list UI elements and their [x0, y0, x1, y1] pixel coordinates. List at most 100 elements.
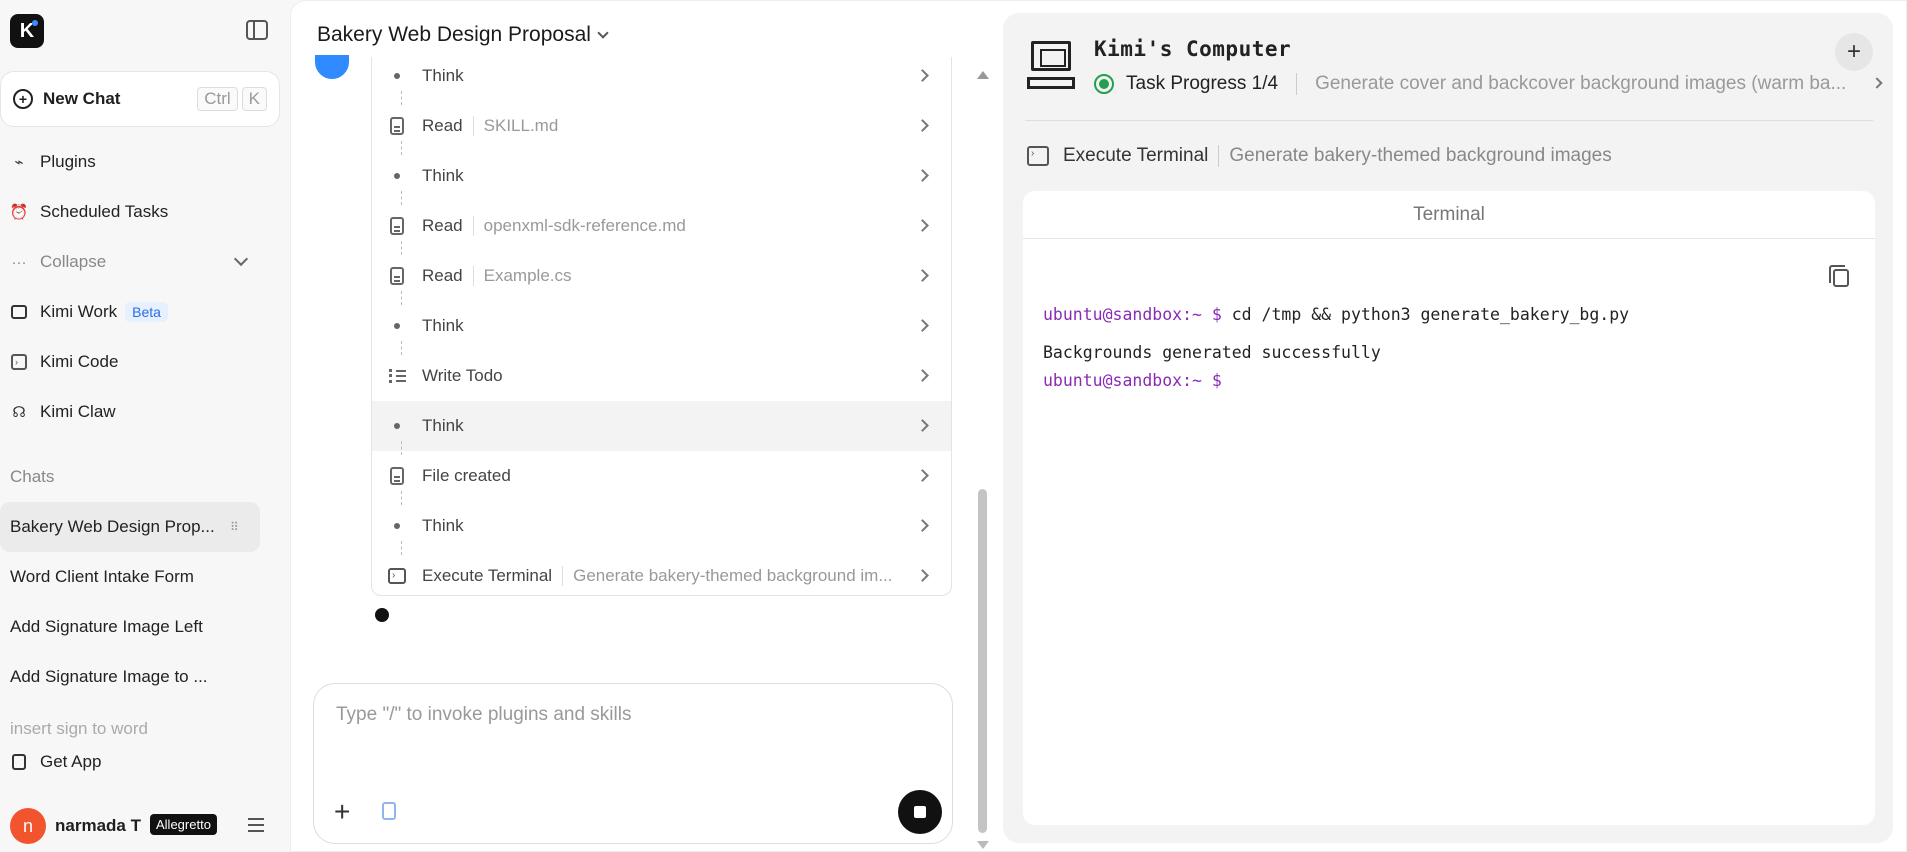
- sidebar-item-collapse[interactable]: ··· Collapse: [10, 251, 249, 272]
- user-name: narmada T: [55, 816, 141, 835]
- add-attachment-icon[interactable]: +: [334, 798, 350, 826]
- step-list: Think Read SKILL.md Think Read openxml-s…: [371, 57, 952, 596]
- stop-generation-button[interactable]: [898, 790, 942, 834]
- step-think[interactable]: Think: [372, 401, 951, 451]
- terminal-window: Terminal ubuntu@sandbox:~ $ cd /tmp && p…: [1023, 191, 1875, 825]
- status-dot-icon: [1094, 74, 1114, 94]
- sidebar-item-label: Kimi Work: [40, 302, 118, 321]
- bullet-icon: [388, 417, 406, 435]
- chat-input-placeholder: Type "/" to invoke plugins and skills: [336, 704, 632, 725]
- assistant-avatar: [315, 55, 349, 79]
- shortcut-hint: Ctrl K: [197, 87, 267, 111]
- bullet-icon: [388, 167, 406, 185]
- new-chat-button[interactable]: + New Chat Ctrl K: [0, 71, 280, 127]
- chevron-right-icon: [916, 269, 929, 282]
- execute-terminal-header: › Execute Terminal Generate bakery-theme…: [1027, 145, 1612, 167]
- chevron-right-icon: [916, 569, 929, 582]
- scroll-up-arrow-icon[interactable]: [977, 71, 989, 79]
- step-write-todo[interactable]: Write Todo: [372, 351, 951, 401]
- terminal-icon: ›: [1027, 146, 1049, 166]
- step-label: Think: [422, 516, 464, 535]
- step-think[interactable]: Think: [372, 301, 951, 351]
- toggle-sidebar-icon[interactable]: [246, 20, 268, 40]
- step-execute-terminal[interactable]: › Execute Terminal Generate bakery-theme…: [372, 551, 951, 595]
- step-detail: SKILL.md: [472, 116, 558, 136]
- sidebar-item-plugins[interactable]: ⌁ Plugins: [10, 152, 96, 172]
- kimi-logo[interactable]: K: [10, 14, 44, 48]
- step-file-created[interactable]: File created: [372, 451, 951, 501]
- terminal-output: ubuntu@sandbox:~ $ cd /tmp && python3 ge…: [1043, 301, 1629, 395]
- terminal-icon: ›: [10, 353, 28, 371]
- sidebar-item-label: Scheduled Tasks: [40, 202, 169, 221]
- alarm-clock-icon: ⏰: [9, 204, 29, 221]
- chevron-right-icon: [916, 119, 929, 132]
- terminal-title: Terminal: [1023, 191, 1875, 239]
- sidebar-item-kimi-code[interactable]: › Kimi Code: [10, 352, 118, 372]
- step-label: Read: [422, 216, 463, 235]
- step-read[interactable]: Read SKILL.md: [372, 101, 951, 151]
- chat-item-label: Add Signature Image to ...: [10, 667, 208, 686]
- sidebar-item-kimi-claw[interactable]: ☊ Kimi Claw: [10, 402, 115, 422]
- chat-item-active[interactable]: Bakery Web Design Prop... ⠿: [0, 502, 260, 552]
- sidebar: K + New Chat Ctrl K ⌁ Plugins ⏰ Schedule…: [0, 0, 290, 852]
- chat-title-dropdown[interactable]: Bakery Web Design Proposal: [317, 23, 609, 47]
- chats-section-label: Chats: [10, 467, 55, 486]
- document-icon: [388, 117, 406, 135]
- avatar[interactable]: n: [10, 808, 46, 844]
- get-app-button[interactable]: Get App: [10, 752, 101, 772]
- shortcut-key-k: K: [241, 87, 267, 111]
- drag-grip-icon[interactable]: ⠿: [230, 520, 244, 534]
- step-think[interactable]: Think: [372, 151, 951, 201]
- chat-item[interactable]: Add Signature Image Left: [0, 602, 260, 652]
- chat-item[interactable]: Word Client Intake Form: [0, 552, 260, 602]
- file-icon[interactable]: [382, 802, 396, 820]
- chat-item[interactable]: Add Signature Image to ...: [0, 652, 260, 702]
- sidebar-item-scheduled-tasks[interactable]: ⏰ Scheduled Tasks: [9, 202, 169, 222]
- shortcut-key-ctrl: Ctrl: [197, 87, 238, 111]
- new-chat-label: New Chat: [43, 89, 121, 108]
- page-title: Bakery Web Design Proposal: [317, 23, 591, 46]
- copy-icon[interactable]: [1829, 265, 1849, 287]
- step-think[interactable]: Think: [372, 501, 951, 551]
- step-read[interactable]: Read openxml-sdk-reference.md: [372, 201, 951, 251]
- document-icon: [388, 467, 406, 485]
- beta-badge: Beta: [125, 302, 168, 322]
- document-icon: [388, 217, 406, 235]
- sidebar-item-kimi-work[interactable]: Kimi Work Beta: [10, 302, 168, 322]
- chat-input[interactable]: Type "/" to invoke plugins and skills +: [313, 683, 953, 844]
- chat-item[interactable]: insert sign to word: [0, 714, 260, 744]
- add-icon[interactable]: +: [1835, 33, 1873, 71]
- bullet-icon: [388, 67, 406, 85]
- terminal-icon: ›: [388, 567, 406, 585]
- stop-icon: [914, 806, 926, 818]
- scroll-down-arrow-icon[interactable]: [977, 841, 989, 849]
- chat-item-label: Word Client Intake Form: [10, 567, 194, 586]
- step-label: Think: [422, 416, 464, 435]
- chevron-right-icon: [916, 469, 929, 482]
- terminal-prompt: ubuntu@sandbox:~ $: [1043, 371, 1222, 390]
- step-detail: Generate bakery-themed background im...: [562, 566, 892, 586]
- get-app-label: Get App: [40, 752, 102, 771]
- terminal-prompt: ubuntu@sandbox:~ $: [1043, 305, 1222, 324]
- computer-title: Kimi's Computer: [1094, 37, 1292, 61]
- sidebar-item-label: Collapse: [40, 252, 107, 271]
- step-label: Write Todo: [422, 366, 503, 385]
- step-label: Read: [422, 266, 463, 285]
- step-read[interactable]: Read Example.cs: [372, 251, 951, 301]
- chevron-right-icon[interactable]: [1871, 77, 1883, 89]
- hamburger-menu-icon[interactable]: [248, 818, 264, 832]
- step-think[interactable]: Think: [372, 57, 951, 101]
- step-label: Think: [422, 66, 464, 85]
- step-label: Execute Terminal: [422, 566, 553, 585]
- sidebar-item-label: Plugins: [40, 152, 96, 171]
- chevron-right-icon: [916, 219, 929, 232]
- terminal-output-line: Backgrounds generated successfully: [1043, 343, 1381, 362]
- task-progress[interactable]: Task Progress 1/4 Generate cover and bac…: [1094, 73, 1846, 95]
- step-label: Think: [422, 166, 464, 185]
- chevron-right-icon: [916, 69, 929, 82]
- plan-badge: Allegretto: [150, 814, 217, 835]
- main-panel: Bakery Web Design Proposal Think Read SK…: [290, 0, 1907, 852]
- computer-icon: [1027, 41, 1075, 91]
- scrollbar-thumb[interactable]: [978, 489, 987, 833]
- chevron-down-icon: [597, 27, 609, 39]
